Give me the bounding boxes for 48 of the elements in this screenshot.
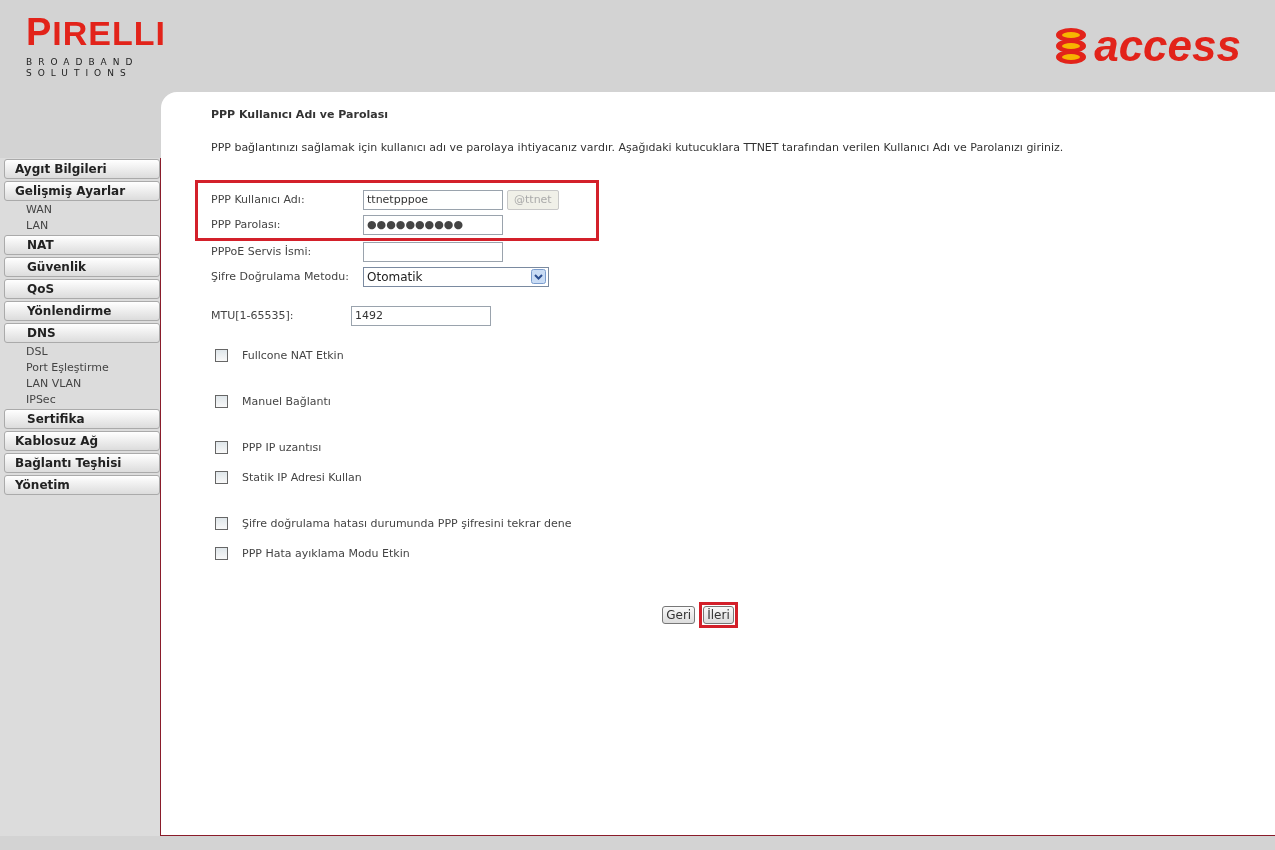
sidebar-menu-item[interactable]: Yönlendirme	[4, 301, 160, 321]
field-label: Şifre Doğrulama Metodu:	[211, 270, 350, 283]
field-label: PPP Kullanıcı Adı:	[211, 193, 306, 206]
sidebar-menu-item[interactable]: Gelişmiş Ayarlar	[4, 181, 160, 201]
field-label: MTU[1-65535]:	[211, 309, 295, 322]
sidebar-link[interactable]: WAN	[0, 202, 160, 218]
sidebar-menu-item[interactable]: Sertifika	[4, 409, 160, 429]
dropdown[interactable]: Otomatik	[363, 266, 549, 287]
mtu-field[interactable]: 1492	[351, 305, 491, 326]
sidebar-menu-item[interactable]: QoS	[4, 279, 160, 299]
sidebar-link[interactable]: IPSec	[0, 392, 160, 408]
brand-tagline: SOLUTIONS	[26, 68, 133, 79]
checkbox-label: Fullcone NAT Etkin	[242, 348, 344, 362]
checkbox[interactable]	[215, 440, 228, 454]
sidebar-menu-item[interactable]: Bağlantı Teşhisi	[4, 453, 160, 473]
text-field[interactable]: ttnetpppoe	[363, 189, 503, 210]
sidebar-menu-item[interactable]: Kablosuz Ağ	[4, 431, 160, 451]
sidebar-link[interactable]: LAN VLAN	[0, 376, 160, 392]
form-button[interactable]: Geri	[662, 606, 696, 624]
checkbox-label: Şifre doğrulama hatası durumunda PPP şifresini tekrar dene	[242, 516, 572, 530]
sidebar-link[interactable]: LAN	[0, 218, 160, 234]
password-field[interactable]: ●●●●●●●●●●	[363, 214, 503, 235]
page-description: PPP bağlantınızı sağlamak için kullanıcı adı ve parolaya ihtiyacanız vardır. Aşağıdaki kutucuklara TTNET tarafından verilen Kullanıcı Adı ve Parolanızı giriniz.	[211, 141, 1065, 154]
field-label: PPPoE Servis İsmi:	[211, 245, 313, 258]
sidebar-link[interactable]: Port Eşleştirme	[0, 360, 160, 376]
checkbox-label: PPP IP uzantısı	[242, 440, 322, 454]
checkbox-label: PPP Hata ayıklama Modu Etkin	[242, 546, 410, 560]
sidebar-link[interactable]: DSL	[0, 344, 160, 360]
brand-logo: PIRELLI	[26, 14, 167, 51]
checkbox[interactable]	[215, 516, 228, 530]
checkbox-label: Manuel Bağlantı	[242, 394, 331, 408]
form-button[interactable]: İleri	[703, 606, 734, 624]
sidebar-menu-item[interactable]: DNS	[4, 323, 160, 343]
stacked-discs-icon	[1054, 27, 1089, 65]
checkbox[interactable]	[215, 394, 228, 408]
sidebar-menu-item[interactable]: Yönetim	[4, 475, 160, 495]
sidebar-menu-item[interactable]: Aygıt Bilgileri	[4, 159, 160, 179]
checkbox[interactable]	[215, 470, 228, 484]
field-label: PPP Parolası:	[211, 218, 282, 231]
page-title: PPP Kullanıcı Adı ve Parolası	[211, 108, 389, 121]
partner-logo: access	[1094, 24, 1241, 68]
checkbox[interactable]	[215, 546, 228, 560]
sidebar-menu-item[interactable]: NAT	[4, 235, 160, 255]
checkbox-label: Statik IP Adresi Kullan	[242, 470, 362, 484]
sidebar-menu-item[interactable]: Güvenlik	[4, 257, 160, 277]
brand-tagline: BROADBAND	[26, 57, 140, 68]
text-field[interactable]	[363, 241, 503, 262]
checkbox[interactable]	[215, 348, 228, 362]
